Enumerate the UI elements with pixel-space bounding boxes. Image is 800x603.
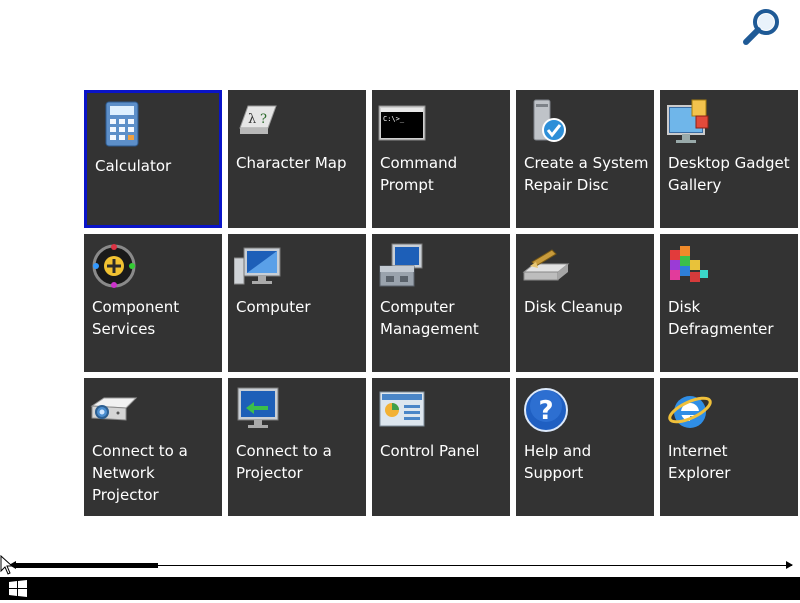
tile-component-services[interactable]: Component Services: [84, 234, 222, 372]
tile-label: Create a System Repair Disc: [524, 154, 649, 194]
tile-label: Calculator: [95, 157, 172, 175]
projector-icon: [237, 387, 279, 428]
tile-command-prompt[interactable]: C:\>_ Command Prompt: [372, 90, 510, 228]
calculator-icon: [105, 101, 139, 147]
tile-character-map[interactable]: λ ? Character Map: [228, 90, 366, 228]
tile-label: Control Panel: [380, 442, 480, 460]
taskbar: [0, 577, 800, 600]
tile-control-panel[interactable]: Control Panel: [372, 378, 510, 516]
help-icon: ?: [524, 388, 568, 432]
tile-label: Connect to a Network Projector: [92, 442, 188, 504]
tile-label: Character Map: [236, 154, 347, 172]
svg-text:λ: λ: [248, 112, 256, 127]
internet-explorer-icon: [668, 396, 712, 428]
tile-label: Disk Cleanup: [524, 298, 623, 316]
tile-disk-cleanup[interactable]: Disk Cleanup: [516, 234, 654, 372]
scroll-right-arrow[interactable]: [786, 561, 793, 569]
app-tile-grid: Calculator λ ? Character Map C:\>_ Comma…: [84, 90, 798, 516]
tile-label: Help and Support: [524, 442, 592, 482]
tile-computer-management[interactable]: Computer Management: [372, 234, 510, 372]
windows-logo-icon: [9, 580, 27, 597]
tile-label: Computer: [236, 298, 311, 316]
svg-text:?: ?: [538, 396, 553, 426]
tile-label: Component Services: [92, 298, 180, 338]
disk-defragmenter-icon: [670, 246, 708, 282]
tile-connect-projector[interactable]: Connect to a Projector: [228, 378, 366, 516]
computer-icon: [234, 247, 281, 285]
tile-label: Disk Defragmenter: [668, 298, 774, 338]
tile-label: Internet Explorer: [668, 442, 731, 482]
tile-connect-network-projector[interactable]: Connect to a Network Projector: [84, 378, 222, 516]
mouse-cursor-icon: [0, 555, 14, 575]
tile-label: Desktop Gadget Gallery: [668, 154, 790, 194]
svg-text:?: ?: [260, 112, 267, 127]
repair-disc-icon: [533, 99, 566, 142]
start-button[interactable]: [7, 579, 29, 599]
tile-help-and-support[interactable]: ? Help and Support: [516, 378, 654, 516]
tile-internet-explorer[interactable]: Internet Explorer: [660, 378, 798, 516]
network-projector-icon: [90, 397, 138, 421]
component-services-icon: [92, 244, 136, 288]
gadget-gallery-icon: [667, 99, 709, 143]
tile-desktop-gadget-gallery[interactable]: Desktop Gadget Gallery: [660, 90, 798, 228]
tile-computer[interactable]: Computer: [228, 234, 366, 372]
command-prompt-icon: C:\>_: [378, 105, 426, 141]
tile-disk-defragmenter[interactable]: Disk Defragmenter: [660, 234, 798, 372]
character-map-icon: λ ?: [239, 105, 277, 134]
horizontal-scroll-thumb[interactable]: [16, 563, 158, 568]
tile-label: Command Prompt: [380, 154, 458, 194]
tile-label: Connect to a Projector: [236, 442, 332, 482]
tile-label: Computer Management: [380, 298, 479, 338]
svg-text:C:\>_: C:\>_: [383, 115, 405, 123]
search-icon: [743, 9, 779, 45]
control-panel-icon: [379, 391, 425, 427]
computer-management-icon: [379, 243, 423, 287]
search-button[interactable]: [740, 6, 784, 46]
tile-calculator[interactable]: Calculator: [84, 90, 222, 228]
tile-create-system-repair-disc[interactable]: Create a System Repair Disc: [516, 90, 654, 228]
disk-cleanup-icon: [522, 249, 570, 281]
